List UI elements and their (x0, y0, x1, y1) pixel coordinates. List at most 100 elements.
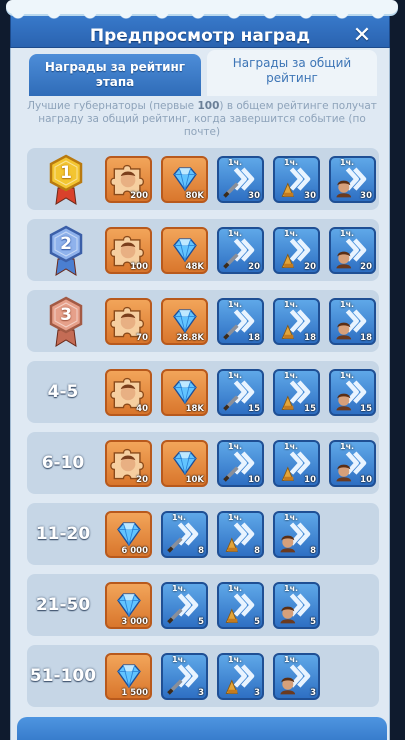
rank-range-label: 11-20 (35, 524, 91, 544)
reward-item-speedup-sword[interactable]: 1ч. 10 (217, 440, 264, 487)
reward-item-speedup-sword[interactable]: 1ч. 3 (161, 653, 208, 700)
item-quantity: 20 (360, 262, 372, 272)
duration-tag: 1ч. (284, 655, 299, 664)
duration-tag: 1ч. (228, 300, 243, 309)
rewards-panel: Награды за рейтинг этапа Награды за общи… (10, 48, 390, 740)
reward-item-speedup-hero[interactable]: 1ч. 8 (273, 511, 320, 558)
item-quantity: 30 (248, 191, 260, 201)
item-quantity: 3 000 (121, 617, 148, 627)
reward-item-diamond[interactable]: 3 000 (105, 582, 152, 629)
rank-range-label: 21-50 (35, 595, 91, 615)
item-quantity: 6 000 (121, 546, 148, 556)
item-quantity: 3 (254, 688, 260, 698)
item-quantity: 18 (248, 333, 260, 343)
item-quantity: 5 (310, 617, 316, 627)
reward-item-speedup-hero[interactable]: 1ч. 15 (329, 369, 376, 416)
rank-range-label: 4-5 (47, 382, 79, 402)
rank-row: 6-10 20 10K 1ч. 10 1ч. 10 1ч. 10 (27, 432, 379, 494)
reward-item-diamond[interactable]: 10K (161, 440, 208, 487)
reward-item-speedup-hero[interactable]: 1ч. 10 (329, 440, 376, 487)
reward-item-diamond[interactable]: 28.8K (161, 298, 208, 345)
item-quantity: 100 (130, 262, 148, 272)
item-quantity: 28.8K (176, 333, 204, 343)
reward-item-speedup-sword[interactable]: 1ч. 20 (217, 227, 264, 274)
reward-item-speedup-building[interactable]: 1ч. 5 (217, 582, 264, 629)
rank-number: 3 (60, 305, 72, 325)
close-icon[interactable]: ✕ (351, 25, 373, 47)
reward-item-hero-puzzle[interactable]: 70 (105, 298, 152, 345)
rank-range-label: 51-100 (29, 666, 97, 686)
duration-tag: 1ч. (284, 371, 299, 380)
rank-row: 11-20 6 000 1ч. 8 1ч. 8 1ч. 8 (27, 503, 379, 565)
item-quantity: 18K (185, 404, 204, 414)
reward-item-speedup-building[interactable]: 1ч. 8 (217, 511, 264, 558)
reward-items: 1 500 1ч. 3 1ч. 3 1ч. 3 (105, 653, 320, 700)
tab-overall-rating[interactable]: Награды за общий рейтинг (207, 50, 377, 96)
reward-item-speedup-sword[interactable]: 1ч. 30 (217, 156, 264, 203)
item-quantity: 15 (304, 404, 316, 414)
item-quantity: 80K (185, 191, 204, 201)
item-quantity: 15 (248, 404, 260, 414)
reward-item-hero-puzzle[interactable]: 100 (105, 227, 152, 274)
duration-tag: 1ч. (340, 371, 355, 380)
reward-item-diamond[interactable]: 6 000 (105, 511, 152, 558)
reward-item-speedup-building[interactable]: 1ч. 30 (273, 156, 320, 203)
item-quantity: 30 (360, 191, 372, 201)
item-quantity: 5 (254, 617, 260, 627)
duration-tag: 1ч. (228, 513, 243, 522)
silver-medal-icon: 2 (47, 225, 85, 277)
duration-tag: 1ч. (228, 158, 243, 167)
item-quantity: 18 (360, 333, 372, 343)
reward-item-speedup-sword[interactable]: 1ч. 5 (161, 582, 208, 629)
item-quantity: 18 (304, 333, 316, 343)
item-quantity: 70 (136, 333, 148, 343)
item-quantity: 3 (310, 688, 316, 698)
item-quantity: 20 (248, 262, 260, 272)
item-quantity: 10 (360, 475, 372, 485)
reward-item-hero-puzzle[interactable]: 200 (105, 156, 152, 203)
reward-items: 40 18K 1ч. 15 1ч. 15 1ч. 15 (105, 369, 376, 416)
page-title: Предпросмотр наград (89, 26, 311, 46)
item-quantity: 8 (198, 546, 204, 556)
reward-items: 70 28.8K 1ч. 18 1ч. 18 1ч. 18 (105, 298, 376, 345)
item-quantity: 10K (185, 475, 204, 485)
reward-item-speedup-hero[interactable]: 1ч. 5 (273, 582, 320, 629)
item-quantity: 40 (136, 404, 148, 414)
reward-item-speedup-hero[interactable]: 1ч. 18 (329, 298, 376, 345)
item-quantity: 10 (304, 475, 316, 485)
reward-item-diamond[interactable]: 18K (161, 369, 208, 416)
reward-item-speedup-hero[interactable]: 1ч. 20 (329, 227, 376, 274)
reward-item-speedup-sword[interactable]: 1ч. 18 (217, 298, 264, 345)
item-quantity: 30 (304, 191, 316, 201)
item-quantity: 200 (130, 191, 148, 201)
duration-tag: 1ч. (284, 229, 299, 238)
reward-item-speedup-sword[interactable]: 1ч. 15 (217, 369, 264, 416)
reward-item-diamond[interactable]: 48K (161, 227, 208, 274)
duration-tag: 1ч. (172, 513, 187, 522)
bottom-action-button[interactable] (17, 717, 387, 740)
reward-item-speedup-building[interactable]: 1ч. 15 (273, 369, 320, 416)
reward-item-speedup-hero[interactable]: 1ч. 30 (329, 156, 376, 203)
reward-item-speedup-building[interactable]: 1ч. 18 (273, 298, 320, 345)
tab-stage-rating[interactable]: Награды за рейтинг этапа (29, 54, 201, 96)
item-quantity: 3 (198, 688, 204, 698)
rewards-description: Лучшие губернаторы (первые 100) в общем … (27, 100, 377, 138)
reward-item-hero-puzzle[interactable]: 20 (105, 440, 152, 487)
rank-row: 1 200 80K 1ч. 30 1ч. 30 1ч. 30 (27, 148, 379, 210)
duration-tag: 1ч. (284, 584, 299, 593)
rank-row: 21-50 3 000 1ч. 5 1ч. 5 1ч. 5 (27, 574, 379, 636)
duration-tag: 1ч. (340, 229, 355, 238)
reward-item-speedup-sword[interactable]: 1ч. 8 (161, 511, 208, 558)
reward-item-hero-puzzle[interactable]: 40 (105, 369, 152, 416)
item-quantity: 48K (185, 262, 204, 272)
duration-tag: 1ч. (284, 158, 299, 167)
reward-item-speedup-building[interactable]: 1ч. 20 (273, 227, 320, 274)
reward-item-speedup-building[interactable]: 1ч. 3 (217, 653, 264, 700)
reward-item-speedup-building[interactable]: 1ч. 10 (273, 440, 320, 487)
item-quantity: 20 (304, 262, 316, 272)
bronze-medal-icon: 3 (47, 296, 85, 348)
reward-item-diamond[interactable]: 1 500 (105, 653, 152, 700)
reward-item-speedup-hero[interactable]: 1ч. 3 (273, 653, 320, 700)
reward-item-diamond[interactable]: 80K (161, 156, 208, 203)
reward-items: 3 000 1ч. 5 1ч. 5 1ч. 5 (105, 582, 320, 629)
